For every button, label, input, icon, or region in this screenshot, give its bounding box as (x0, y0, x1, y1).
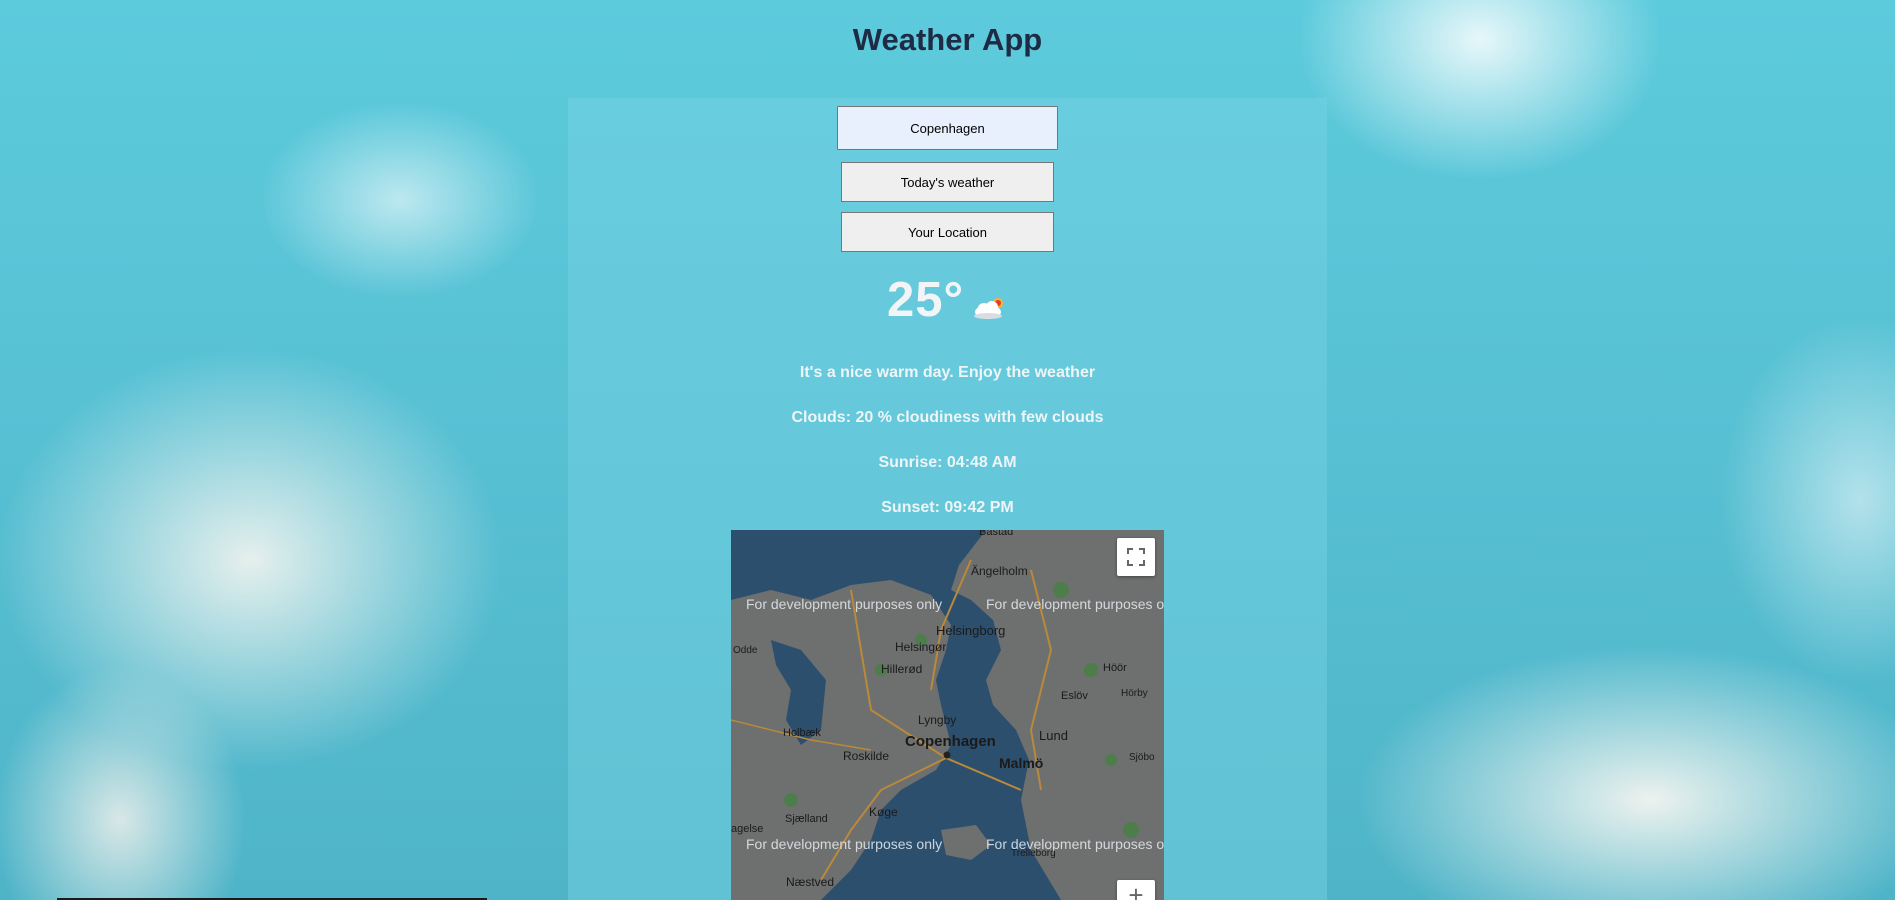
map-label: Næstved (786, 875, 835, 889)
clouds-info: Clouds: 20 % cloudiness with few clouds (791, 409, 1104, 426)
map-label: agelse (731, 823, 764, 835)
fullscreen-icon (1127, 548, 1145, 566)
temperature-value: 25° (886, 273, 965, 327)
page-title: Weather App (852, 22, 1043, 57)
map-label: Holbæk (783, 727, 821, 739)
map-label: Helsingør (895, 640, 947, 654)
your-location-button[interactable]: Your Location (841, 212, 1054, 252)
map-label: Lyngby (918, 713, 957, 727)
map-label: Roskilde (843, 749, 890, 763)
map[interactable]: For development purposes only For develo… (731, 530, 1164, 900)
sunset-info: Sunset: 09:42 PM (881, 499, 1014, 516)
map-label: Lund (1039, 728, 1068, 743)
map-label: Copenhagen (905, 733, 996, 750)
map-label: Höör (1103, 662, 1127, 674)
map-label: Hörby (1121, 688, 1148, 699)
zoom-in-button[interactable]: + (1117, 880, 1155, 900)
map-label: Malmö (999, 755, 1044, 771)
sun-behind-cloud-icon (972, 294, 1008, 322)
fullscreen-button[interactable] (1117, 538, 1155, 576)
map-label: Køge (869, 805, 898, 819)
dev-watermark: For development purposes only (746, 596, 943, 612)
map-label: Eslöv (1061, 690, 1088, 702)
map-label: Trelleborg (1011, 848, 1056, 859)
map-label: Sjöbo (1129, 752, 1155, 763)
dev-watermark: For development purposes only (986, 596, 1164, 612)
temperature-row: 25° (0, 272, 1895, 328)
city-input[interactable]: Copenhagen (837, 106, 1058, 150)
sunrise-info: Sunrise: 04:48 AM (878, 454, 1017, 471)
map-label: Sjælland (785, 813, 828, 825)
map-label: Ängelholm (971, 564, 1028, 578)
todays-weather-button[interactable]: Today's weather (841, 162, 1054, 202)
map-label: Hillerød (881, 662, 923, 676)
map-label: Helsingborg (936, 623, 1006, 638)
map-label: Odde (733, 645, 758, 656)
weather-description: It's a nice warm day. Enjoy the weather (799, 364, 1096, 381)
dev-watermark: For development purposes only (746, 836, 943, 852)
map-label: Båstad (979, 530, 1014, 538)
